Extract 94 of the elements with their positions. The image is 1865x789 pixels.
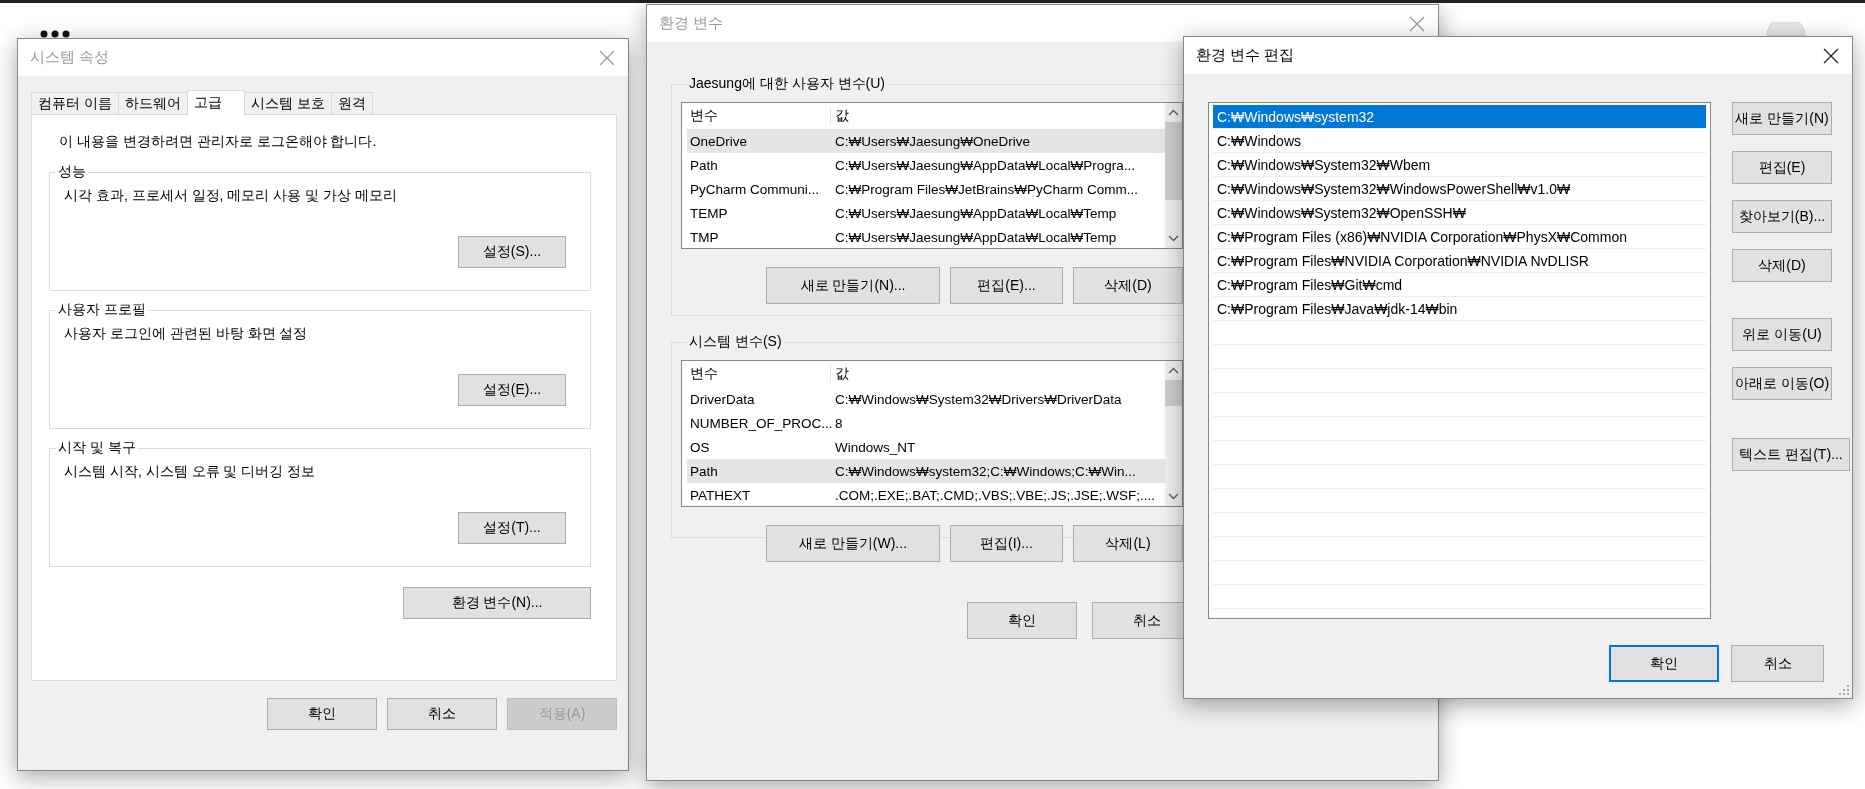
action-button[interactable]: 새로 만들기(N) [1732, 102, 1832, 135]
list-item[interactable]: C:₩Windows₩system32 [1213, 105, 1706, 129]
table-cell-text: C:₩Users₩Jaesung₩AppData₩Local₩Temp [834, 229, 1117, 245]
table-cell-text: OneDrive [689, 133, 749, 149]
table-cell-text: C:₩Users₩Jaesung₩AppData₩Local₩Progra... [834, 157, 1136, 173]
action-button[interactable]: 편집(I)... [950, 525, 1063, 562]
table-row[interactable]: OS Windows_NT [687, 435, 1165, 459]
action-button[interactable]: 편집(E) [1732, 151, 1832, 184]
table-row[interactable]: OneDrive C:₩Users₩Jaesung₩OneDrive [687, 129, 1165, 153]
dialog-button[interactable]: 확인 [267, 698, 377, 730]
table-row[interactable]: DriverData C:₩Windows₩System32₩Drivers₩DriverData [687, 387, 1165, 411]
action-button[interactable]: 찾아보기(B)... [1732, 200, 1832, 233]
more-icon[interactable] [40, 30, 70, 38]
window-title: 환경 변수 [659, 14, 724, 33]
group-title: 사용자 프로필 [57, 301, 147, 319]
list-item[interactable]: C:₩Program Files (x86)₩NVIDIA Corporation₩PhysX₩Common [1213, 225, 1706, 249]
table-cell-text: C:₩Windows₩System32₩Drivers₩DriverData [834, 391, 1122, 407]
table-cell-text: DriverData [689, 391, 756, 407]
action-button[interactable]: 텍스트 편집(T)... [1732, 438, 1850, 471]
scrollbar[interactable] [1165, 361, 1182, 506]
dialog-button[interactable]: 취소 [387, 698, 497, 730]
tab[interactable]: 원격 [330, 92, 373, 114]
group-title: Jaesung에 대한 사용자 변수(U) [688, 75, 887, 93]
action-button[interactable]: 편집(E)... [950, 267, 1063, 304]
table-cell-text: TMP [689, 229, 720, 245]
action-button[interactable]: 아래로 이동(O) [1732, 367, 1832, 400]
table-row[interactable]: Path C:₩Windows₩system32;C:₩Windows;C:₩Win... [687, 459, 1165, 483]
table-row[interactable]: PyCharm Communi... C:₩Program Files₩JetBrains₩PyCharm Comm... [687, 177, 1165, 201]
action-button[interactable]: 새로 만들기(N)... [766, 267, 940, 304]
group-title: 시스템 변수(S) [688, 333, 783, 351]
scrollbar-thumb[interactable] [1165, 380, 1182, 406]
column-header[interactable]: 값 [830, 107, 849, 125]
table-row[interactable]: NUMBER_OF_PROC... 8 [687, 411, 1165, 435]
table-cell-text: PATHEXT [689, 487, 752, 503]
dialog-button[interactable]: 확인 [967, 602, 1077, 639]
list-item[interactable]: C:₩Windows₩System32₩Wbem [1213, 153, 1706, 177]
group-description: 사용자 로그인에 관련된 바탕 화면 설정 [64, 325, 309, 343]
notice-text: 이 내용을 변경하려면 관리자로 로그온해야 합니다. [59, 133, 378, 151]
variable-list[interactable]: 변수 값 DriverData C:₩Windows₩System32₩Drivers₩DriverData NUMBER_OF_PROC... 8 OS Windows_NT Path C:₩Windows₩system32;C:₩Windows;C:₩Win... PATHEXT .COM;.EXE;.BAT;.CMD;.VBS;.VBE;.JS;.JSE;.WSF;.... [681, 360, 1183, 507]
table-cell-text: OS [689, 439, 711, 455]
table-cell-text: Windows_NT [834, 439, 916, 455]
group-description: 시각 효과, 프로세서 일정, 메모리 사용 및 가상 메모리 [64, 187, 398, 205]
group-description: 시스템 시작, 시스템 오류 및 디버깅 정보 [64, 463, 317, 481]
window-title: 시스템 속성 [30, 48, 110, 67]
column-header[interactable]: 변수 [687, 107, 830, 125]
tab[interactable]: 시스템 보호 [243, 92, 332, 114]
table-cell-text: C:₩Users₩Jaesung₩OneDrive [834, 133, 1031, 149]
scroll-up-icon[interactable] [1168, 367, 1179, 374]
resize-grip-icon[interactable] [1839, 685, 1849, 695]
window-title: 환경 변수 편집 [1196, 46, 1295, 65]
table-cell-text: PyCharm Communi... [689, 181, 821, 197]
list-item[interactable]: C:₩Program Files₩NVIDIA Corporation₩NVIDIA NvDLISR [1213, 249, 1706, 273]
dialog-button[interactable]: 확인 [1609, 645, 1719, 682]
list-item[interactable]: C:₩Windows₩System32₩OpenSSH₩ [1213, 201, 1706, 225]
table-cell-text: TEMP [689, 205, 729, 221]
table-cell-text: C:₩Users₩Jaesung₩AppData₩Local₩Temp [834, 205, 1117, 221]
table-cell-text: Path [689, 157, 719, 173]
scroll-up-icon[interactable] [1168, 109, 1179, 116]
group-title: 성능 [57, 163, 87, 181]
settings-button[interactable]: 설정(T)... [458, 512, 566, 544]
scrollbar[interactable] [1165, 103, 1182, 248]
dialog-button[interactable]: 취소 [1731, 645, 1824, 682]
list-item[interactable]: C:₩Program Files₩Git₩cmd [1213, 273, 1706, 297]
column-header[interactable]: 변수 [687, 365, 830, 383]
table-row[interactable]: Path C:₩Users₩Jaesung₩AppData₩Local₩Progra... [687, 153, 1165, 177]
action-button[interactable]: 새로 만들기(W)... [766, 525, 940, 562]
action-button[interactable]: 삭제(D) [1073, 267, 1183, 304]
group-title: 시작 및 복구 [57, 439, 137, 457]
list-item[interactable]: C:₩Program Files₩Java₩jdk-14₩bin [1213, 297, 1706, 321]
scroll-down-icon[interactable] [1168, 235, 1179, 242]
path-list[interactable] [1208, 102, 1711, 619]
tab[interactable]: 컴퓨터 이름 [31, 92, 119, 114]
table-cell-text: NUMBER_OF_PROC... [689, 415, 830, 431]
list-item[interactable]: C:₩Windows₩System32₩WindowsPowerShell₩v1.0₩ [1213, 177, 1706, 201]
settings-button[interactable]: 설정(S)... [458, 236, 566, 268]
action-button[interactable]: 삭제(L) [1073, 525, 1183, 562]
action-button[interactable]: 위로 이동(U) [1732, 318, 1832, 351]
column-header[interactable]: 값 [830, 365, 849, 383]
table-row[interactable]: PATHEXT .COM;.EXE;.BAT;.CMD;.VBS;.VBE;.JS;.JSE;.WSF;.... [687, 483, 1165, 506]
table-row[interactable]: TEMP C:₩Users₩Jaesung₩AppData₩Local₩Temp [687, 201, 1165, 225]
environment-variables-button[interactable]: 환경 변수(N)... [403, 587, 591, 619]
variable-list[interactable] [681, 102, 1183, 249]
scroll-down-icon[interactable] [1168, 493, 1179, 500]
table-cell-text: C:₩Program Files₩JetBrains₩PyCharm Comm... [834, 181, 1139, 197]
table-cell-text: Path [689, 463, 719, 479]
action-button[interactable]: 삭제(D) [1732, 249, 1832, 282]
table-cell-text: C:₩Windows₩system32;C:₩Windows;C:₩Win... [834, 463, 1136, 479]
table-cell-text: .COM;.EXE;.BAT;.CMD;.VBS;.VBE;.JS;.JSE;.WSF;.... [834, 487, 1156, 503]
scrollbar-thumb[interactable] [1165, 122, 1182, 200]
settings-button[interactable]: 설정(E)... [458, 374, 566, 406]
table-row[interactable]: TMP C:₩Users₩Jaesung₩AppData₩Local₩Temp [687, 225, 1165, 248]
table-cell-text: 8 [834, 415, 843, 431]
list-item[interactable]: C:₩Windows [1213, 129, 1706, 153]
tab[interactable]: 고급 [186, 90, 245, 115]
